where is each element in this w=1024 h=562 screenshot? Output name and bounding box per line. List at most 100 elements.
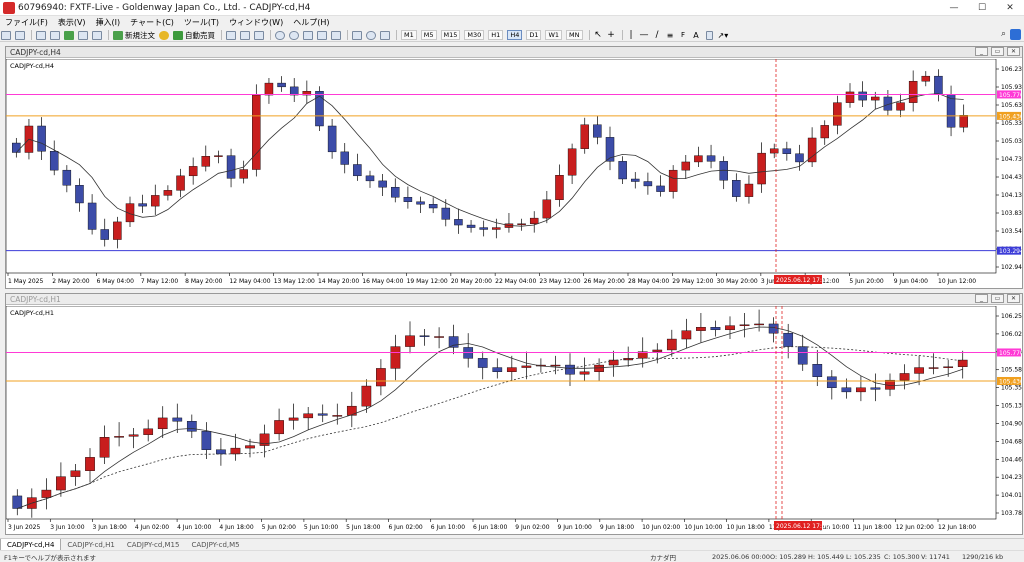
bar-chart-icon[interactable] <box>225 30 237 41</box>
periods-icon[interactable] <box>365 30 377 41</box>
text-icon[interactable]: A <box>691 30 702 41</box>
tester-icon[interactable] <box>91 30 103 41</box>
market-watch-icon[interactable] <box>35 30 47 41</box>
chart-close-button[interactable]: ✕ <box>1007 47 1020 56</box>
timeframe-h4[interactable]: H4 <box>506 30 523 41</box>
title-bar: 60796940: FXTF-Live - Goldenway Japan Co… <box>0 0 1024 16</box>
chart-restore-button[interactable]: ▭ <box>991 294 1004 303</box>
timeframe-h1[interactable]: H1 <box>487 30 504 41</box>
bear-candle <box>870 387 881 390</box>
autoscroll-icon[interactable] <box>316 30 328 41</box>
new-chart-icon[interactable] <box>0 30 12 41</box>
status-profile: カナダ円 <box>650 553 676 562</box>
menu-file[interactable]: ファイル(F) <box>0 17 53 28</box>
menu-help[interactable]: ヘルプ(H) <box>288 17 334 28</box>
chart-restore-button[interactable]: ▭ <box>991 47 1004 56</box>
x-tick-label: 6 May 04:00 <box>97 278 135 285</box>
bull-candle <box>163 190 173 196</box>
cursor-icon[interactable]: ↖ <box>593 30 604 41</box>
channel-icon[interactable]: ≡ <box>665 30 676 41</box>
bull-candle <box>856 387 866 393</box>
x-tick-label: 6 Jun 18:00 <box>473 524 507 531</box>
search-icon[interactable]: ⌕ <box>1001 29 1006 39</box>
timeframe-m15[interactable]: M15 <box>440 30 462 41</box>
chart-tabs: CADJPY-cd,H4 CADJPY-cd,H1 CADJPY-cd,M15 … <box>0 538 1024 551</box>
zoom-out-icon[interactable] <box>288 30 300 41</box>
x-tick-label: 12 Jun 02:00 <box>896 524 934 531</box>
zoom-in-icon[interactable] <box>274 30 286 41</box>
tab-cadjpy-h1[interactable]: CADJPY-cd,H1 <box>61 539 120 551</box>
bear-candle <box>391 186 400 198</box>
indicators-icon[interactable] <box>351 30 363 41</box>
arrows-icon[interactable]: ↗▾ <box>717 30 730 41</box>
menu-chart[interactable]: チャート(C) <box>125 17 179 28</box>
menu-tools[interactable]: ツール(T) <box>179 17 224 28</box>
tab-cadjpy-m5[interactable]: CADJPY-cd,M5 <box>185 539 245 551</box>
timeframe-m5[interactable]: M5 <box>420 30 438 41</box>
bull-candle <box>594 364 604 372</box>
maximize-button[interactable]: ☐ <box>968 0 996 16</box>
new-order-button[interactable]: 新規注文 <box>112 30 156 41</box>
timeframe-m30-label: M30 <box>464 30 485 40</box>
timeframe-d1[interactable]: D1 <box>525 30 542 41</box>
chart-window-h4[interactable]: CADJPY-cd,H4 _ ▭ ✕ CADJPY-cd,H4 106.230 10… <box>5 46 1023 289</box>
horizontal-line-icon[interactable]: — <box>639 30 650 41</box>
timeframe-d1-label: D1 <box>526 30 542 40</box>
bull-candle <box>555 175 564 201</box>
menu-insert[interactable]: 挿入(I) <box>91 17 126 28</box>
menu-window[interactable]: ウィンドウ(W) <box>224 17 288 28</box>
bull-candle <box>128 434 139 437</box>
bear-candle <box>49 151 59 171</box>
tab-cadjpy-h4[interactable]: CADJPY-cd,H4 <box>0 538 62 551</box>
trendline-icon[interactable]: ∕ <box>652 30 663 41</box>
navigator-icon[interactable] <box>63 30 75 41</box>
tab-cadjpy-m15[interactable]: CADJPY-cd,M15 <box>121 539 186 551</box>
x-tick-label: 3 Jun 10:00 <box>50 524 84 531</box>
bear-candle <box>416 201 425 205</box>
candlestick-icon[interactable] <box>239 30 251 41</box>
menu-view[interactable]: 表示(V) <box>53 17 91 28</box>
community-icon[interactable] <box>1010 29 1021 40</box>
bull-candle <box>201 156 211 167</box>
y-tick-label: 105.630 <box>1001 102 1022 109</box>
timeframe-w1[interactable]: W1 <box>544 30 563 41</box>
bear-candle <box>277 82 286 88</box>
x-tick-label: 14 May 20:00 <box>318 278 359 285</box>
y-tick-label: 102.940 <box>1001 264 1022 271</box>
price-chart-h1[interactable]: CADJPY-cd,H1106.250106.025105.805105.580… <box>6 306 1022 535</box>
profiles-icon[interactable] <box>14 30 26 41</box>
timeframe-m30[interactable]: M30 <box>463 30 485 41</box>
label-icon[interactable] <box>704 30 715 41</box>
timeframe-m1[interactable]: M1 <box>400 30 418 41</box>
vertical-line-icon[interactable]: | <box>626 30 637 41</box>
data-window-icon[interactable] <box>49 30 61 41</box>
chart-minimize-button[interactable]: _ <box>975 47 988 56</box>
price-chart-h4[interactable]: CADJPY-cd,H4 106.230 105.930 105.630 105.330… <box>6 59 1022 289</box>
tile-windows-icon[interactable] <box>302 30 314 41</box>
chart-close-button[interactable]: ✕ <box>1007 294 1020 303</box>
terminal-icon[interactable] <box>77 30 89 41</box>
x-tick-label: 5 Jun 18:00 <box>346 524 380 531</box>
minimize-button[interactable]: — <box>940 0 968 16</box>
bull-candle <box>188 166 198 177</box>
crosshair-icon[interactable]: + <box>606 30 617 41</box>
x-tick-label: 4 Jun 10:00 <box>177 524 211 531</box>
x-tick-label: 20 May 20:00 <box>451 278 492 285</box>
chart-window-h1[interactable]: CADJPY-cd,H1 _ ▭ ✕ CADJPY-cd,H1 106.250 10… <box>5 293 1023 535</box>
chart-shift-icon[interactable] <box>330 30 342 41</box>
auto-trade-button[interactable]: 自動売買 <box>172 30 216 41</box>
line-chart-icon[interactable] <box>253 30 265 41</box>
x-tick-label: 9 Jun 10:00 <box>558 524 592 531</box>
metaeditor-icon[interactable] <box>158 30 170 41</box>
level-price-label: 105.430 <box>999 113 1022 120</box>
bear-candle <box>477 358 488 368</box>
bull-candle <box>274 420 284 435</box>
status-bar: F1キーでヘルプが表示されます カナダ円 2025.06.06 00:00 O:… <box>0 550 1024 562</box>
close-button[interactable]: ✕ <box>996 0 1024 16</box>
chart-minimize-button[interactable]: _ <box>975 294 988 303</box>
timeframe-mn[interactable]: MN <box>565 30 583 41</box>
templates-icon[interactable] <box>379 30 391 41</box>
y-tick-label: 104.905 <box>1001 420 1022 427</box>
status-open: O: 105.289 <box>770 552 807 561</box>
fibonacci-icon[interactable]: F <box>678 30 689 41</box>
